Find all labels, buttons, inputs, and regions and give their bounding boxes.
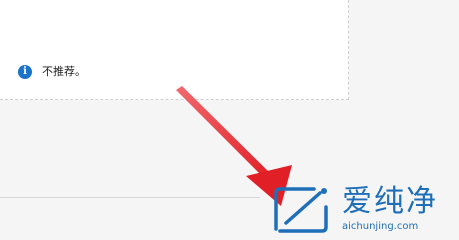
watermark-domain: aichunjing.com bbox=[342, 221, 419, 232]
info-icon: i bbox=[18, 65, 32, 79]
dialog-panel: i 不推荐。 bbox=[0, 0, 349, 100]
notice-text: 不推荐。 bbox=[42, 65, 86, 78]
watermark-logo-icon bbox=[274, 187, 328, 233]
watermark: 爱纯净 aichunjing.com bbox=[270, 183, 450, 235]
divider-line bbox=[0, 197, 260, 198]
notice-row: i 不推荐。 bbox=[18, 63, 86, 81]
watermark-title: 爱纯净 bbox=[342, 184, 438, 219]
